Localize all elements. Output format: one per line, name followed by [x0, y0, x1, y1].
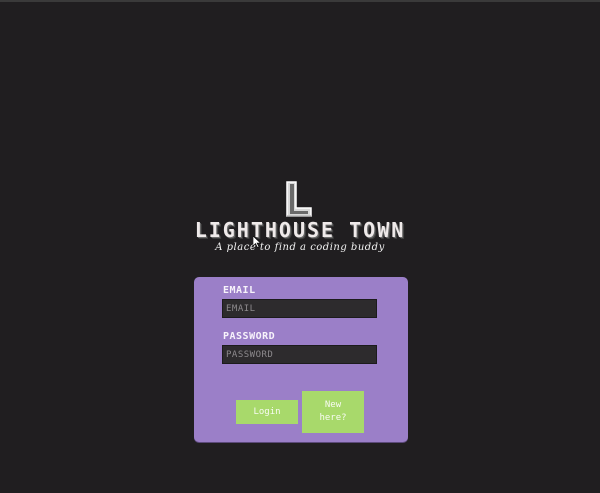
- window-top-border: [0, 0, 600, 2]
- brand-title: LIGHTHOUSE TOWN: [194, 218, 406, 242]
- password-label: PASSWORD: [223, 331, 276, 342]
- new-here-button[interactable]: New here?: [302, 391, 364, 433]
- brand-tagline: A place to find a coding buddy: [215, 242, 385, 253]
- email-label: EMAIL: [223, 285, 256, 296]
- login-card: EMAIL PASSWORD Login New here?: [194, 277, 408, 442]
- password-input[interactable]: [222, 345, 377, 364]
- mouse-pointer-icon: [253, 236, 261, 248]
- email-input[interactable]: [222, 299, 377, 318]
- login-button[interactable]: Login: [236, 400, 298, 424]
- lighthouse-logo-icon: [286, 181, 312, 217]
